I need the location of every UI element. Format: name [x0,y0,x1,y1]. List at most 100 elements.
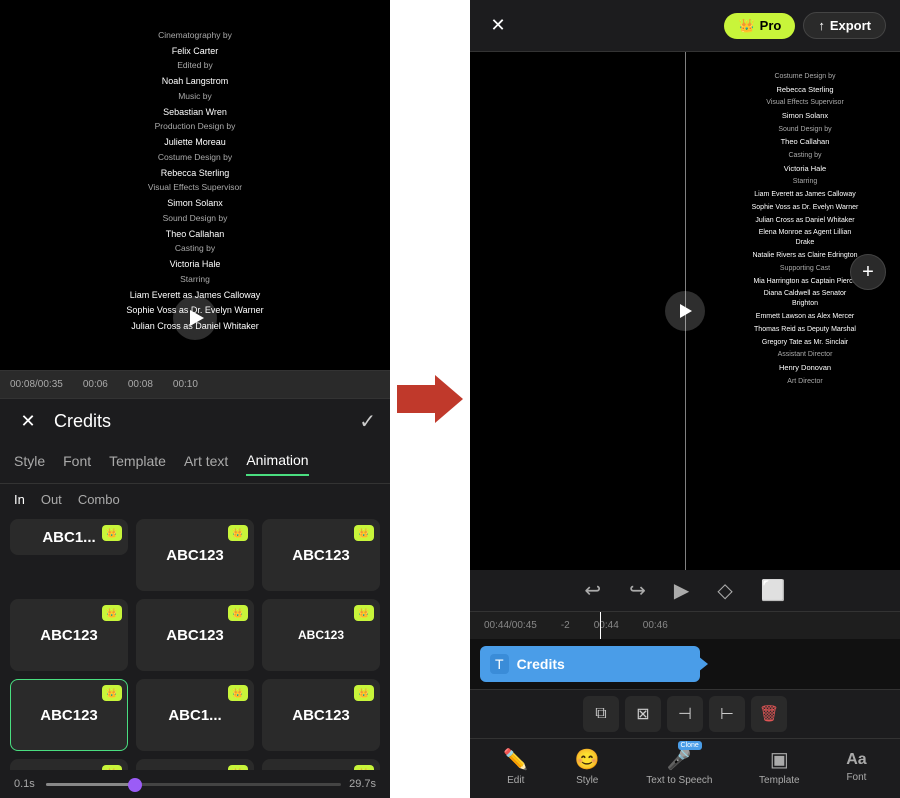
export-label: Export [830,18,871,33]
timeline-marker-right-1: 00:44/00:45 [484,620,537,631]
anim-cell-5[interactable]: ABC123 👑 [262,599,380,671]
crown-icon: 👑 [102,605,122,621]
track-label: Credits [517,656,565,672]
font-icon: Aa [846,751,866,769]
right-close-button[interactable]: ✕ [484,12,512,40]
crown-icon: 👑 [354,525,374,541]
crown-icon: 👑 [228,685,248,701]
arrow-head [435,375,463,423]
nav-tts-label: Text to Speech [646,775,712,786]
nav-item-style[interactable]: 😊 Style [575,747,600,786]
export-button[interactable]: ↑ Export [803,12,886,39]
nav-edit-label: Edit [507,775,524,786]
nav-item-font[interactable]: Aa Font [846,751,866,783]
nav-tabs: Style Font Template Art text Animation [0,444,390,484]
bottom-tools-bar: ⧉ ⊠ ⊣ ⊢ 🗑 [470,689,900,738]
tab-template[interactable]: Template [109,453,166,475]
style-icon: 😊 [575,747,600,772]
tts-icon-container: 🎤 Clone [667,747,692,772]
right-timeline-cursor [600,612,601,640]
credits-value: Felix Carter [172,45,219,58]
credits-track-area: T Credits [470,639,900,689]
anim-cell-0[interactable]: ABC1... 👑 [10,519,128,555]
left-timeline-strip: 00:08/00:35 00:06 00:08 00:10 [0,370,390,398]
diamond-control-button[interactable]: ◇ [717,578,732,603]
left-video-preview: Cinematography by Felix Carter Edited by… [0,0,390,370]
title-input[interactable] [54,411,347,432]
split-tool-button[interactable]: ⊠ [625,696,661,732]
left-panel: Cinematography by Felix Carter Edited by… [0,0,390,798]
clone-badge: Clone [678,741,702,750]
bottom-nav: ✏️ Edit 😊 Style 🎤 Clone Text to Speech ▣… [470,738,900,798]
anim-cell-7[interactable]: ABC1... 👑 [136,679,254,751]
right-panel: ✕ 👑 Pro ↑ Export Costume Design by Rebec… [470,0,900,798]
play-control-button[interactable]: ▶ [674,578,689,603]
arrow-divider [390,0,470,798]
anim-cell-11[interactable]: ABC7... 👑 [262,759,380,770]
redo-button[interactable]: ↪ [629,578,646,603]
right-top-bar: ✕ 👑 Pro ↑ Export [470,0,900,52]
credits-track-block[interactable]: T Credits [480,646,700,682]
anim-cell-6[interactable]: ABC123 👑 [10,679,128,751]
export-icon: ↑ [818,18,825,33]
right-play-button[interactable] [665,291,705,331]
anim-cell-9[interactable]: ABC123 👑 [10,759,128,770]
timeline-marker-right-4: 00:46 [643,620,668,631]
slider-track[interactable] [46,783,341,786]
delete-tool-button[interactable]: 🗑 [751,696,787,732]
timeline-marker-4: 00:10 [173,379,198,390]
pro-label: Pro [760,18,782,33]
left-play-button[interactable] [173,296,217,340]
crown-icon: 👑 [102,685,122,701]
right-timeline-strip: 00:44/00:45 -2 00:44 00:46 [470,611,900,639]
credits-line: Cinematography by [158,30,232,42]
add-clip-button[interactable]: + [850,254,886,290]
right-credits-scroll: Costume Design by Rebecca Sterling Visua… [750,72,860,386]
title-bar: ✕ ✓ [0,398,390,444]
anim-cell-3[interactable]: ABC123 👑 [10,599,128,671]
split-left-button[interactable]: ⊣ [667,696,703,732]
slider-left-label: 0.1s [14,778,38,790]
left-credits-scroll: Cinematography by Felix Carter Edited by… [0,30,390,333]
anim-cell-4[interactable]: ABC123 👑 [136,599,254,671]
right-action-buttons: 👑 Pro ↑ Export [724,12,886,39]
anim-cell-2[interactable]: ABC123 👑 [262,519,380,591]
split-right-button[interactable]: ⊢ [709,696,745,732]
crown-icon: 👑 [228,605,248,621]
anim-cell-1[interactable]: ABC123 👑 [136,519,254,591]
text-type-icon: T [490,654,509,674]
subtab-out[interactable]: Out [41,492,62,507]
tab-art-text[interactable]: Art text [184,453,228,475]
crown-icon: 👑 [102,525,122,541]
tab-style[interactable]: Style [14,453,45,475]
timeline-marker-right-2: -2 [561,620,570,631]
close-button[interactable]: ✕ [14,408,42,436]
copy-tool-button[interactable]: ⧉ [583,696,619,732]
nav-template-label: Template [759,775,800,786]
nav-item-template[interactable]: ▣ Template [759,747,800,786]
crown-icon: 👑 [354,765,374,770]
sub-tabs: In Out Combo [0,484,390,515]
subtab-in[interactable]: In [14,492,25,507]
nav-style-label: Style [576,775,598,786]
subtab-combo[interactable]: Combo [78,492,120,507]
frame-button[interactable]: ⬜ [761,578,786,603]
anim-cell-10[interactable]: ABC123 👑 [136,759,254,770]
crown-icon-pro: 👑 [738,18,754,34]
arrow-body [397,385,435,413]
nav-item-edit[interactable]: ✏️ Edit [503,747,528,786]
timeline-marker-2: 00:06 [83,379,108,390]
confirm-button[interactable]: ✓ [359,409,376,434]
nav-item-tts[interactable]: 🎤 Clone Text to Speech [646,747,712,786]
crown-icon: 👑 [228,525,248,541]
undo-button[interactable]: ↩ [584,578,601,603]
tab-font[interactable]: Font [63,453,91,475]
anim-cell-8[interactable]: ABC123 👑 [262,679,380,751]
tab-animation[interactable]: Animation [246,452,308,476]
animation-grid: ABC1... 👑 ABC123 👑 ABC123 👑 ABC123 👑 ABC… [0,515,390,770]
crown-icon: 👑 [354,605,374,621]
slider-right-label: 29.7s [349,778,376,790]
edit-icon: ✏️ [503,747,528,772]
pro-button[interactable]: 👑 Pro [724,13,795,39]
slider-thumb[interactable] [128,778,142,792]
